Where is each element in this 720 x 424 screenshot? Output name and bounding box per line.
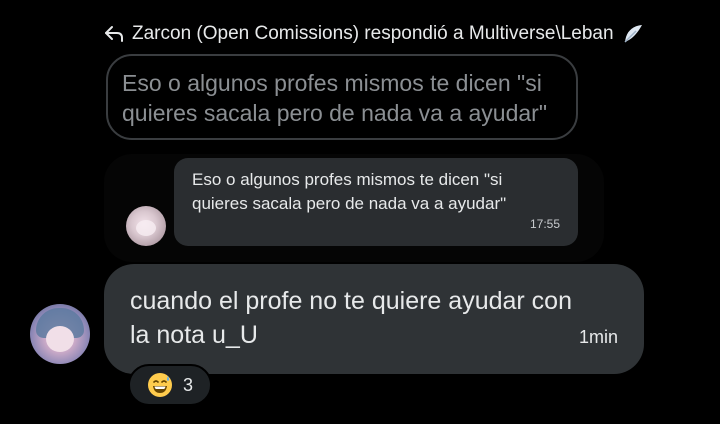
reply-arrow-icon: [104, 25, 124, 43]
quoted-reply-text: Eso o algunos profes mismos te dicen "si…: [122, 70, 548, 126]
reaction-count: 3: [182, 374, 193, 395]
feather-icon: [622, 23, 644, 45]
reply-header: Zarcon (Open Comissions) respondió a Mul…: [104, 20, 644, 48]
avatar[interactable]: [30, 304, 90, 364]
message-text: cuando el profe no te quiere ayudar con …: [130, 287, 572, 349]
grinning-sweat-icon: [147, 372, 173, 398]
embedded-message-card[interactable]: Eso o algunos profes mismos te dicen "si…: [104, 154, 604, 262]
message-time: 1min: [578, 327, 618, 347]
embedded-message-text: Eso o algunos profes mismos te dicen "si…: [192, 170, 507, 213]
message-bubble[interactable]: cuando el profe no te quiere ayudar con …: [104, 264, 644, 374]
reaction-pill[interactable]: 3: [128, 364, 212, 406]
reply-header-text: Zarcon (Open Comissions) respondió a Mul…: [132, 23, 614, 44]
quoted-reply[interactable]: Eso o algunos profes mismos te dicen "si…: [106, 54, 578, 140]
embedded-message-time: 17:55: [529, 217, 560, 231]
dm-conversation: Zarcon (Open Comissions) respondió a Mul…: [0, 0, 720, 424]
embedded-message-bubble: Eso o algunos profes mismos te dicen "si…: [174, 158, 578, 246]
embedded-avatar: [126, 206, 166, 246]
